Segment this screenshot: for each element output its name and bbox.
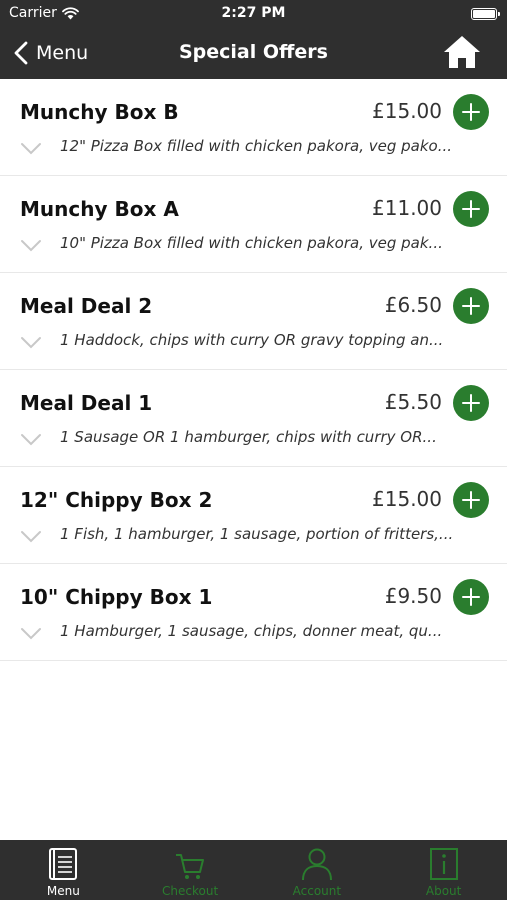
home-icon xyxy=(444,36,480,68)
home-button[interactable] xyxy=(443,34,481,70)
tab-menu[interactable]: Menu xyxy=(0,840,127,900)
person-icon xyxy=(301,848,332,881)
chevron-down-icon[interactable] xyxy=(20,239,42,253)
offer-row: Meal Deal 2 £6.50 1 Haddock, chips with … xyxy=(0,273,507,370)
info-icon xyxy=(429,848,458,880)
tab-checkout[interactable]: Checkout xyxy=(127,840,254,900)
add-to-order-button[interactable] xyxy=(453,191,489,227)
offer-name: Meal Deal 1 xyxy=(20,391,153,415)
chevron-down-icon[interactable] xyxy=(20,627,42,641)
offer-name: Munchy Box A xyxy=(20,197,179,221)
offer-description: 1 Sausage OR 1 hamburger, chips with cur… xyxy=(60,428,437,446)
tab-label: About xyxy=(425,884,462,898)
offer-row: 10" Chippy Box 1 £9.50 1 Hamburger, 1 sa… xyxy=(0,564,507,661)
offer-price: £6.50 xyxy=(384,293,442,317)
offer-price: £15.00 xyxy=(372,99,442,123)
offer-description: 1 Haddock, chips with curry OR gravy top… xyxy=(60,331,444,349)
tab-label: Checkout xyxy=(162,884,219,898)
chevron-down-icon[interactable] xyxy=(20,433,42,447)
add-to-order-button[interactable] xyxy=(453,385,489,421)
offer-description: 10" Pizza Box filled with chicken pakora… xyxy=(60,234,443,252)
offer-price: £9.50 xyxy=(384,584,442,608)
special-offers-list: Munchy Box B £15.00 12" Pizza Box filled… xyxy=(0,79,507,661)
top-bar: Carrier 2:27 PM Menu Special Offers xyxy=(0,0,507,79)
offer-price: £11.00 xyxy=(372,196,442,220)
add-to-order-button[interactable] xyxy=(453,94,489,130)
offer-description: 12" Pizza Box filled with chicken pakora… xyxy=(60,137,453,155)
add-to-order-button[interactable] xyxy=(453,288,489,324)
status-time: 2:27 PM xyxy=(221,5,286,21)
tab-bar: Menu Checkout Account About xyxy=(0,840,507,900)
offer-description: 1 Hamburger, 1 sausage, chips, donner me… xyxy=(60,622,443,640)
chevron-down-icon[interactable] xyxy=(20,142,42,156)
offer-price: £15.00 xyxy=(372,487,442,511)
tab-label: Account xyxy=(292,884,342,898)
tab-account[interactable]: Account xyxy=(254,840,381,900)
tab-label: Menu xyxy=(46,884,80,898)
navigation-bar: Menu Special Offers xyxy=(0,28,507,79)
offer-name: Munchy Box B xyxy=(20,100,179,124)
offer-name: Meal Deal 2 xyxy=(20,294,153,318)
offer-name: 12" Chippy Box 2 xyxy=(20,488,213,512)
offer-row: Meal Deal 1 £5.50 1 Sausage OR 1 hamburg… xyxy=(0,370,507,467)
add-to-order-button[interactable] xyxy=(453,579,489,615)
page-title: Special Offers xyxy=(178,41,328,63)
offer-name: 10" Chippy Box 1 xyxy=(20,585,213,609)
offer-price: £5.50 xyxy=(384,390,442,414)
offer-description: 1 Fish, 1 hamburger, 1 sausage, portion … xyxy=(60,525,454,543)
tab-about[interactable]: About xyxy=(380,840,507,900)
battery-icon xyxy=(471,8,500,20)
chevron-down-icon[interactable] xyxy=(20,336,42,350)
cart-icon xyxy=(176,854,205,879)
chevron-down-icon[interactable] xyxy=(20,530,42,544)
menu-book-icon xyxy=(49,848,78,880)
offer-row: Munchy Box B £15.00 12" Pizza Box filled… xyxy=(0,79,507,176)
add-to-order-button[interactable] xyxy=(453,482,489,518)
offer-row: 12" Chippy Box 2 £15.00 1 Fish, 1 hambur… xyxy=(0,467,507,564)
status-bar: Carrier 2:27 PM xyxy=(0,0,507,28)
offer-row: Munchy Box A £11.00 10" Pizza Box filled… xyxy=(0,176,507,273)
